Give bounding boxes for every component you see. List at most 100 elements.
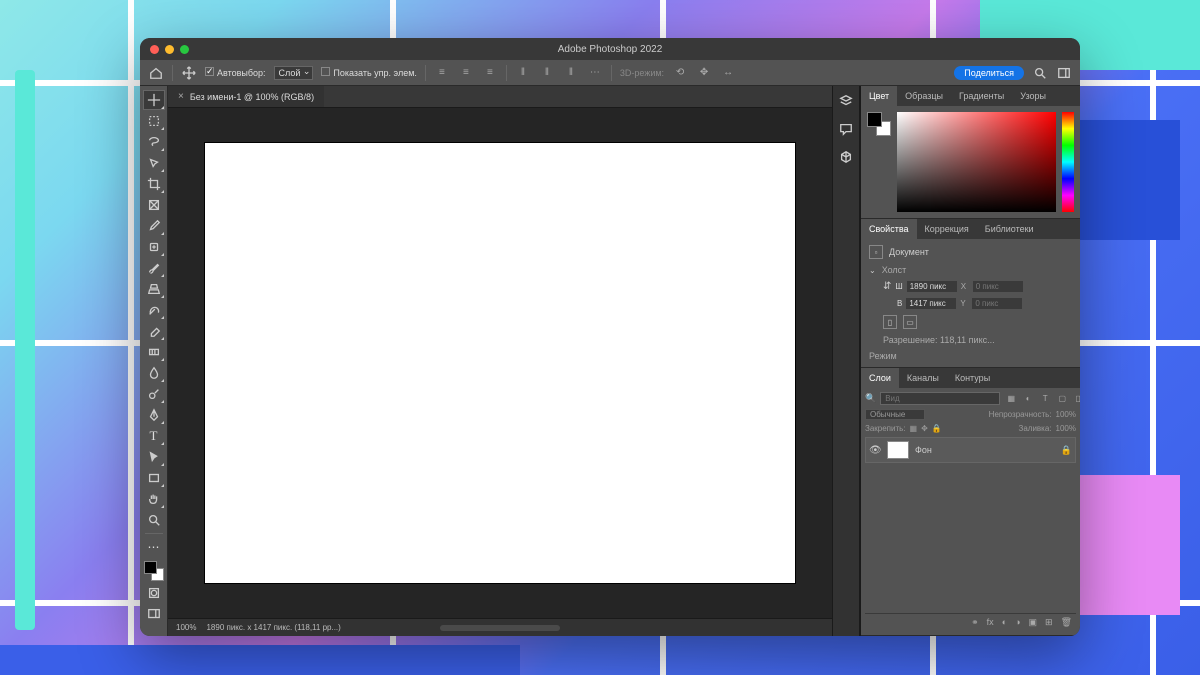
lock-pixels-icon[interactable]: ▦ <box>910 424 918 433</box>
layer-name[interactable]: Фон <box>915 445 932 455</box>
pen-tool[interactable] <box>143 405 165 425</box>
filter-pixel-icon[interactable]: ▦ <box>1004 393 1018 405</box>
clone-stamp-tool[interactable] <box>143 279 165 299</box>
height-input[interactable]: 1417 пикс <box>906 298 956 309</box>
close-tab-icon[interactable]: × <box>178 91 184 102</box>
adjustment-layer-icon[interactable]: ◑ <box>1015 617 1020 628</box>
group-icon[interactable]: ▣ <box>1029 617 1038 628</box>
edit-toolbar-button[interactable]: ⋯ <box>143 537 165 557</box>
layer-style-icon[interactable]: fx <box>987 617 994 628</box>
align-right-icon[interactable]: ≡ <box>482 66 498 80</box>
type-tool[interactable]: T <box>143 426 165 446</box>
document-dimensions[interactable]: 1890 пикс. x 1417 пикс. (118,11 pp...) <box>206 623 340 632</box>
search-icon[interactable] <box>1032 65 1048 81</box>
new-layer-icon[interactable]: ⊞ <box>1045 617 1053 628</box>
move-tool[interactable] <box>143 90 165 110</box>
filter-smart-icon[interactable]: ◫ <box>1072 393 1080 405</box>
portrait-orient-button[interactable]: ▯ <box>883 315 897 329</box>
paths-tab[interactable]: Контуры <box>947 368 998 388</box>
horizontal-scrollbar[interactable] <box>440 625 560 631</box>
spot-heal-tool[interactable] <box>143 237 165 257</box>
hand-tool[interactable] <box>143 489 165 509</box>
eraser-tool[interactable] <box>143 321 165 341</box>
layers-tab[interactable]: Слои <box>861 368 899 388</box>
channels-tab[interactable]: Каналы <box>899 368 947 388</box>
lock-position-icon[interactable]: ✥ <box>921 424 928 433</box>
align-center-v-icon[interactable]: ‖ <box>539 66 555 80</box>
slide-3d-icon[interactable]: ↔ <box>720 66 736 80</box>
adjustments-tab[interactable]: Коррекция <box>917 219 977 239</box>
lock-all-icon[interactable]: 🔒 <box>932 424 942 433</box>
gradients-tab[interactable]: Градиенты <box>951 86 1012 106</box>
maximize-window-button[interactable] <box>180 45 189 54</box>
quick-select-tool[interactable] <box>143 153 165 173</box>
canvas[interactable] <box>205 143 795 583</box>
align-bottom-icon[interactable]: ‖ <box>563 66 579 80</box>
filter-adjust-icon[interactable]: ◐ <box>1021 393 1035 405</box>
screen-mode-button[interactable] <box>143 604 165 624</box>
blend-mode-select[interactable]: Обычные <box>865 409 925 420</box>
panel-color-swatches[interactable] <box>867 112 891 136</box>
delete-layer-icon[interactable]: 🗑 <box>1061 617 1072 628</box>
hue-slider[interactable] <box>1062 112 1074 212</box>
layer-thumbnail[interactable] <box>887 441 909 459</box>
lock-icon[interactable]: 🔒 <box>1061 445 1072 456</box>
color-tab[interactable]: Цвет <box>861 86 897 106</box>
home-icon[interactable] <box>148 65 164 81</box>
align-top-icon[interactable]: ‖ <box>515 66 531 80</box>
landscape-orient-button[interactable]: ▭ <box>903 315 917 329</box>
layer-row[interactable]: 👁 Фон 🔒 <box>865 437 1076 463</box>
more-align-icon[interactable]: ⋯ <box>587 66 603 80</box>
swatches-tab[interactable]: Образцы <box>897 86 951 106</box>
pan-3d-icon[interactable]: ✥ <box>696 66 712 80</box>
3d-panel-icon[interactable] <box>837 148 855 166</box>
width-input[interactable]: 1890 пикс <box>907 281 957 292</box>
zoom-level[interactable]: 100% <box>176 623 196 632</box>
layers-panel-icon[interactable] <box>837 92 855 110</box>
crop-tool[interactable] <box>143 174 165 194</box>
workspace-icon[interactable] <box>1056 65 1072 81</box>
brush-tool[interactable] <box>143 258 165 278</box>
gradient-tool[interactable] <box>143 342 165 362</box>
y-input[interactable]: 0 пикс <box>972 298 1022 309</box>
blur-tool[interactable] <box>143 363 165 383</box>
patterns-tab[interactable]: Узоры <box>1012 86 1054 106</box>
autoselect-mode-select[interactable]: Слой <box>274 66 314 80</box>
history-brush-tool[interactable] <box>143 300 165 320</box>
layer-mask-icon[interactable]: ◐ <box>1002 617 1007 628</box>
visibility-toggle-icon[interactable]: 👁 <box>869 445 881 456</box>
zoom-tool[interactable] <box>143 510 165 530</box>
artboard-tool[interactable] <box>143 111 165 131</box>
link-layers-icon[interactable]: ⚭ <box>971 617 979 628</box>
show-transform-checkbox[interactable]: Показать упр. элем. <box>321 67 416 78</box>
align-left-icon[interactable]: ≡ <box>434 66 450 80</box>
autoselect-checkbox[interactable]: Автовыбор: <box>205 67 266 78</box>
color-field[interactable] <box>897 112 1056 212</box>
move-tool-icon[interactable] <box>181 65 197 81</box>
minimize-window-button[interactable] <box>165 45 174 54</box>
properties-tab[interactable]: Свойства <box>861 219 917 239</box>
canvas-viewport[interactable] <box>168 108 832 618</box>
filter-shape-icon[interactable]: ▢ <box>1055 393 1069 405</box>
x-input[interactable]: 0 пикс <box>973 281 1023 292</box>
comments-panel-icon[interactable] <box>837 120 855 138</box>
share-button[interactable]: Поделиться <box>954 66 1024 80</box>
quick-mask-button[interactable] <box>143 583 165 603</box>
color-swatches[interactable] <box>143 560 165 582</box>
rectangle-tool[interactable] <box>143 468 165 488</box>
path-select-tool[interactable] <box>143 447 165 467</box>
align-center-h-icon[interactable]: ≡ <box>458 66 474 80</box>
frame-tool[interactable] <box>143 195 165 215</box>
lasso-tool[interactable] <box>143 132 165 152</box>
canvas-section-toggle[interactable]: ⌄Холст <box>869 265 1072 275</box>
eyedropper-tool[interactable] <box>143 216 165 236</box>
layer-filter-input[interactable] <box>880 392 1000 405</box>
close-window-button[interactable] <box>150 45 159 54</box>
filter-type-icon[interactable]: T <box>1038 393 1052 405</box>
opacity-value[interactable]: 100% <box>1056 410 1076 419</box>
fill-value[interactable]: 100% <box>1056 424 1076 433</box>
document-tab[interactable]: × Без имени-1 @ 100% (RGB/8) <box>168 86 324 107</box>
dodge-tool[interactable] <box>143 384 165 404</box>
link-dimensions-icon[interactable]: ⇵ <box>883 281 891 292</box>
mode-section-toggle[interactable]: Режим <box>869 351 1072 361</box>
